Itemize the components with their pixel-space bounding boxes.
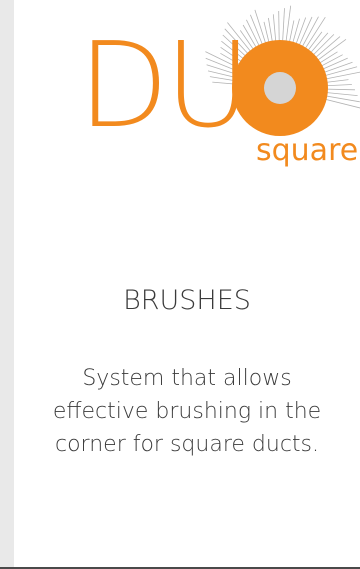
product-description: System that allows effective brushing in… — [52, 366, 322, 457]
logo-o-dot — [264, 72, 296, 104]
logo-wordmark: DU — [78, 16, 251, 154]
logo-subtitle: square — [256, 133, 359, 168]
product-title: BRUSHES — [123, 285, 251, 316]
product-card: DU square BRUSHES System that allows eff… — [0, 0, 360, 569]
duo-square-logo: DU square — [70, 0, 360, 178]
left-side-bar — [0, 0, 14, 569]
